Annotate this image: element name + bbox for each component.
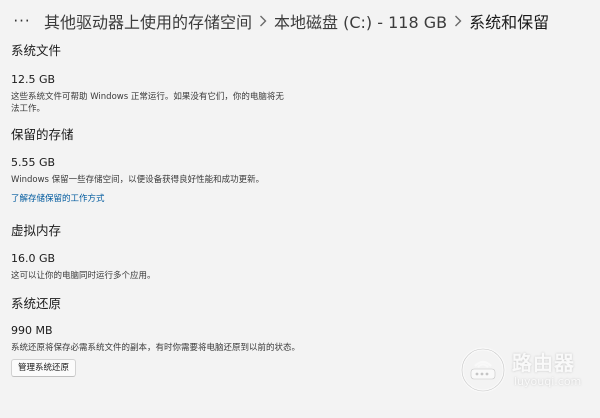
section-size: 12.5 GB <box>11 73 56 86</box>
section-title: 系统文件 <box>11 43 62 58</box>
section-system-files: 系统文件 12.5 GB 这些系统文件可帮助 Windows 正常运行。如果没有… <box>11 42 571 115</box>
section-size: 16.0 GB <box>11 252 56 265</box>
watermark-en: luyouqi.com <box>514 375 582 388</box>
breadcrumb-item-other-drives[interactable]: 其他驱动器上使用的存储空间 <box>44 9 252 33</box>
section-description: Windows 保留一些存储空间，以便设备获得良好性能和成功更新。 <box>11 175 265 185</box>
section-title: 系统还原 <box>11 296 62 311</box>
section-title: 保留的存储 <box>11 127 74 142</box>
breadcrumb-item-current: 系统和保留 <box>469 13 550 32</box>
section-size: 5.55 GB <box>11 156 56 169</box>
breadcrumb: ··· 其他驱动器上使用的存储空间 本地磁盘 (C:) - 118 GB 系统和… <box>10 8 549 34</box>
section-description: 这可以让你的电脑同时运行多个应用。 <box>11 271 156 281</box>
watermark-cn: 路由器 <box>512 351 575 375</box>
section-description-line-2: 法工作。 <box>11 104 46 114</box>
watermark-text: 路由器 luyouqi.com <box>512 353 581 387</box>
section-title: 虚拟内存 <box>11 223 62 238</box>
more-horizontal-icon: ··· <box>13 11 31 30</box>
breadcrumb-item-local-disk[interactable]: 本地磁盘 (C:) - 118 GB <box>274 9 447 33</box>
watermark: 路由器 luyouqi.com <box>460 344 590 396</box>
learn-storage-reserve-link[interactable]: 了解存储保留的工作方式 <box>11 193 105 205</box>
section-size: 990 MB <box>11 324 53 337</box>
section-virtual-memory: 虚拟内存 16.0 GB 这可以让你的电脑同时运行多个应用。 <box>11 222 571 282</box>
chevron-right-icon <box>447 11 469 31</box>
chevron-right-icon <box>252 11 274 31</box>
section-reserved-storage: 保留的存储 5.55 GB Windows 保留一些存储空间，以便设备获得良好性… <box>11 126 571 205</box>
more-button[interactable]: ··· <box>10 9 34 33</box>
router-logo-icon <box>460 347 506 393</box>
section-description-line-1: 这些系统文件可帮助 Windows 正常运行。如果没有它们，你的电脑将无 <box>11 92 284 102</box>
manage-system-restore-button[interactable]: 管理系统还原 <box>11 359 77 377</box>
